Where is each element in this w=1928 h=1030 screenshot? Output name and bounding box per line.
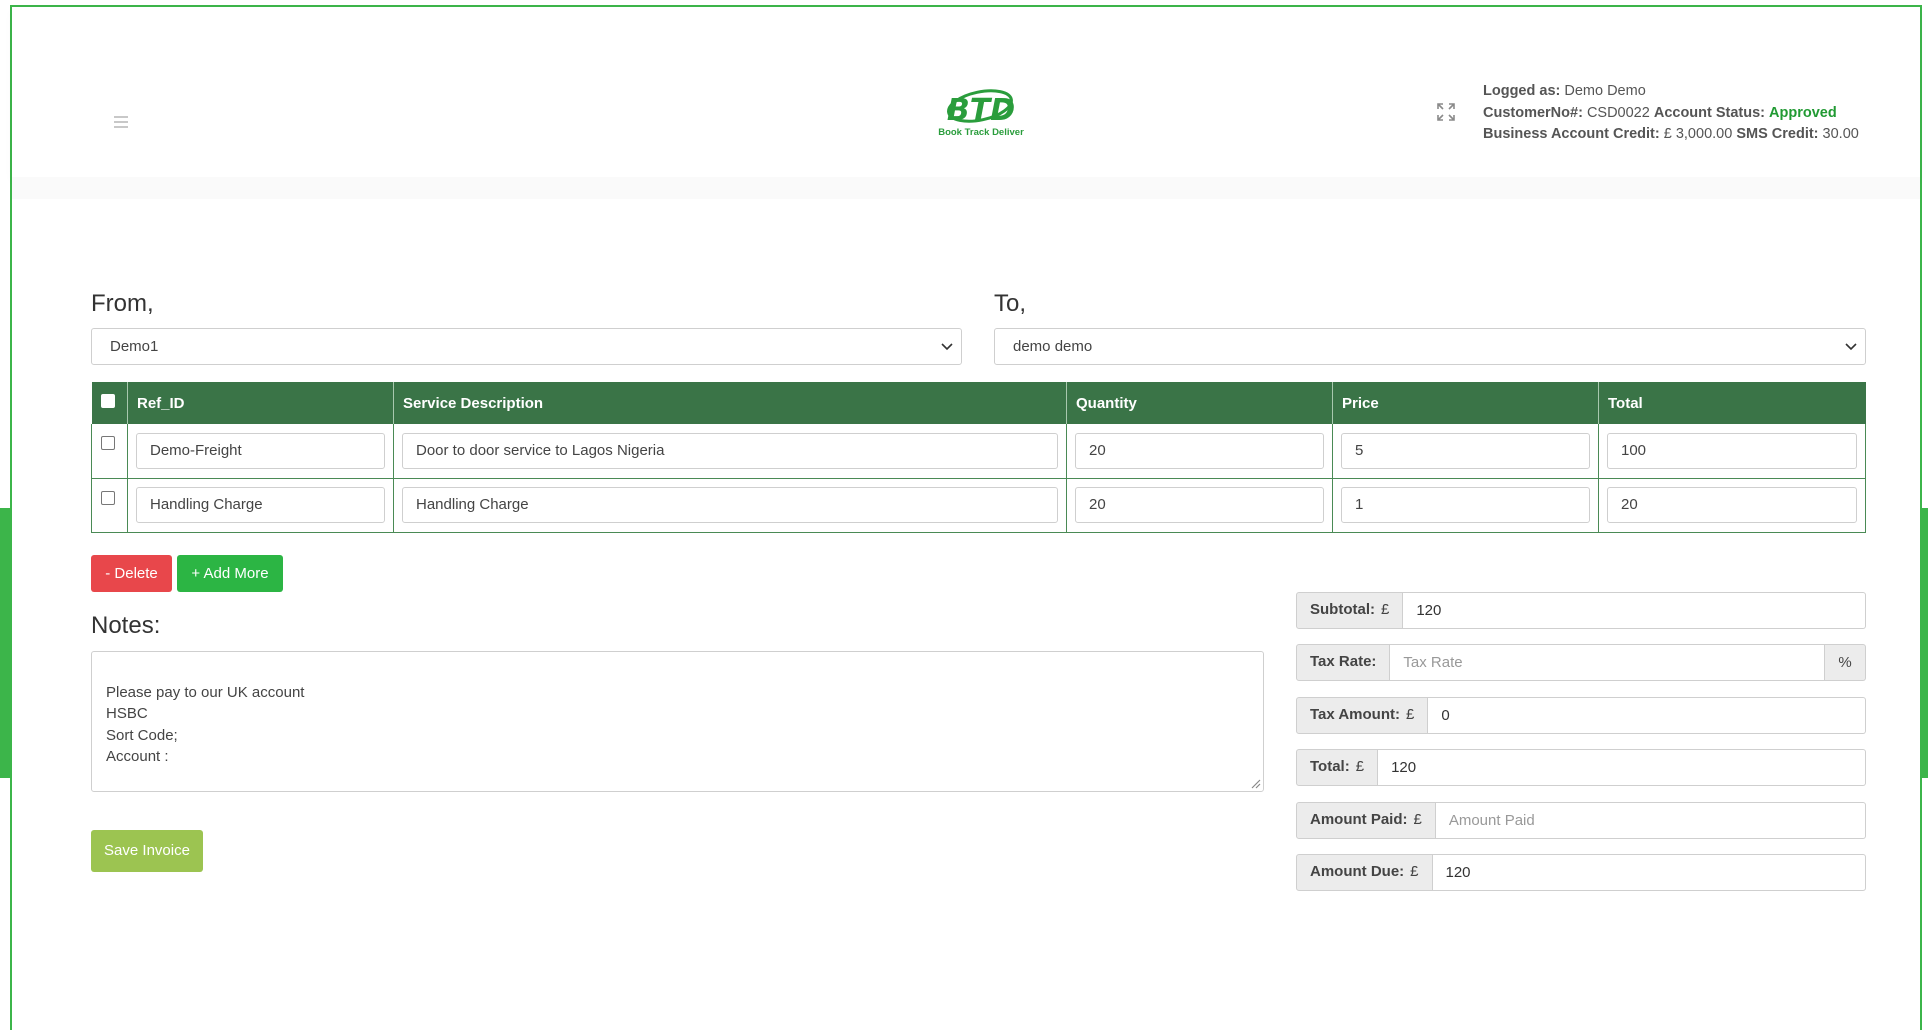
svg-text:BTD: BTD <box>947 93 1015 128</box>
quantity-input[interactable]: 20 <box>1075 432 1324 469</box>
to-label: To, <box>994 290 1027 317</box>
price-input[interactable]: 5 <box>1341 432 1590 469</box>
column-header-total: Total <box>1598 382 1866 424</box>
quantity-cell: 20 <box>1066 424 1333 479</box>
sms-credit-label: SMS Credit: <box>1736 126 1819 142</box>
total-label: Total: £ <box>1296 749 1379 786</box>
tax-amount-row: Tax Amount: £ 0 <box>1296 697 1866 734</box>
price-cell: 1 <box>1332 477 1599 533</box>
resize-handle-icon[interactable] <box>1249 777 1261 789</box>
customer-no-label: CustomerNo#: <box>1483 104 1583 121</box>
row-checkbox[interactable] <box>101 436 115 450</box>
sms-credit-value: 30.00 <box>1822 126 1859 142</box>
to-select[interactable]: demo demo <box>994 328 1866 365</box>
total-row: Total: £ 120 <box>1296 749 1866 786</box>
notes-textarea[interactable]: Please pay to our UK account HSBC Sort C… <box>91 651 1264 792</box>
notes-text: Please pay to our UK account HSBC Sort C… <box>106 683 305 766</box>
delete-button[interactable]: - Delete <box>91 555 172 592</box>
total-input[interactable]: 20 <box>1607 487 1857 523</box>
business-credit-label: Business Account Credit: <box>1483 126 1660 142</box>
select-all-checkbox[interactable] <box>100 394 115 408</box>
table-header-row: Ref_ID Service Description Quantity Pric… <box>91 382 1866 424</box>
tax-rate-label: Tax Rate: <box>1296 644 1391 681</box>
column-header-quantity: Quantity <box>1066 382 1333 424</box>
subtotal-row: Subtotal: £ 120 <box>1296 592 1866 629</box>
column-header-price: Price <box>1332 382 1599 424</box>
description-cell: Handling Charge <box>393 477 1067 533</box>
table-row: Demo-Freight Door to door service to Lag… <box>91 424 1866 479</box>
row-select-cell <box>91 477 128 533</box>
total-cell: 100 <box>1598 424 1866 479</box>
ref-id-cell: Demo-Freight <box>127 424 394 479</box>
select-all-header <box>91 382 128 424</box>
percent-suffix: % <box>1825 644 1866 681</box>
currency-symbol: £ <box>1413 811 1422 828</box>
currency-symbol: £ <box>1355 758 1365 775</box>
amount-due-row: Amount Due: £ 120 <box>1296 854 1866 891</box>
tax-rate-input[interactable]: Tax Rate <box>1390 644 1825 681</box>
notes-label: Notes: <box>91 612 161 639</box>
ref-id-input[interactable]: Handling Charge <box>136 487 385 523</box>
quantity-cell: 20 <box>1066 477 1333 533</box>
chevron-down-icon <box>941 343 953 351</box>
total-amount-input[interactable]: 120 <box>1378 749 1866 786</box>
business-credit-value: £ 3,000.00 <box>1663 126 1733 142</box>
subtotal-input[interactable]: 120 <box>1403 592 1866 629</box>
column-header-ref-id: Ref_ID <box>127 382 394 424</box>
column-header-service-description: Service Description <box>393 382 1067 424</box>
ref-id-input[interactable]: Demo-Freight <box>136 432 385 469</box>
quantity-input[interactable]: 20 <box>1075 487 1324 523</box>
fullscreen-expand-icon[interactable] <box>1436 102 1456 122</box>
currency-symbol: £ <box>1410 863 1419 880</box>
amount-due-label: Amount Due: £ <box>1296 854 1433 891</box>
header-band <box>12 177 1920 199</box>
row-checkbox[interactable] <box>101 490 115 505</box>
chevron-down-icon <box>1845 343 1857 351</box>
user-account-info: Logged as: Demo Demo CustomerNo#: CSD002… <box>1483 81 1859 146</box>
currency-symbol: £ <box>1381 601 1390 618</box>
currency-symbol: £ <box>1406 706 1415 723</box>
to-select-value: demo demo <box>1013 338 1093 355</box>
row-select-cell <box>91 424 128 479</box>
amount-paid-input[interactable]: Amount Paid <box>1435 802 1866 839</box>
add-more-button[interactable]: + Add More <box>177 555 283 592</box>
total-input[interactable]: 100 <box>1607 432 1857 469</box>
hamburger-menu-icon[interactable] <box>114 116 128 128</box>
total-cell: 20 <box>1598 477 1866 533</box>
ref-id-cell: Handling Charge <box>127 477 394 533</box>
tax-amount-label: Tax Amount: £ <box>1296 697 1429 734</box>
from-select-value: Demo1 <box>110 338 159 355</box>
tax-rate-row: Tax Rate: Tax Rate % <box>1296 644 1866 681</box>
from-select[interactable]: Demo1 <box>91 328 962 365</box>
customer-no-value: CSD0022 <box>1586 104 1650 121</box>
subtotal-label: Subtotal: £ <box>1296 592 1404 629</box>
price-input[interactable]: 1 <box>1341 487 1590 523</box>
amount-paid-row: Amount Paid: £ Amount Paid <box>1296 802 1866 839</box>
price-cell: 5 <box>1332 424 1599 479</box>
svg-text:Book Track Deliver: Book Track Deliver <box>938 127 1024 138</box>
amount-due-input[interactable]: 120 <box>1432 854 1866 891</box>
description-cell: Door to door service to Lagos Nigeria <box>393 424 1067 479</box>
from-label: From, <box>91 290 154 317</box>
left-accent-stripe <box>0 508 10 778</box>
account-status-label: Account Status: <box>1653 104 1766 121</box>
description-input[interactable]: Handling Charge <box>402 487 1058 523</box>
tax-amount-input[interactable]: 0 <box>1428 697 1866 734</box>
account-status-value: Approved <box>1769 104 1837 121</box>
description-input[interactable]: Door to door service to Lagos Nigeria <box>402 432 1058 469</box>
btd-logo[interactable]: BTD Book Track Deliver <box>934 84 1028 140</box>
table-row: Handling Charge Handling Charge 20 1 20 <box>91 477 1866 533</box>
invoice-items-table: Ref_ID Service Description Quantity Pric… <box>91 382 1866 533</box>
logged-as-value: Demo Demo <box>1564 83 1646 99</box>
logged-as-label: Logged as: <box>1483 83 1561 99</box>
amount-paid-label: Amount Paid: £ <box>1296 802 1436 839</box>
save-invoice-button[interactable]: Save Invoice <box>91 830 203 872</box>
